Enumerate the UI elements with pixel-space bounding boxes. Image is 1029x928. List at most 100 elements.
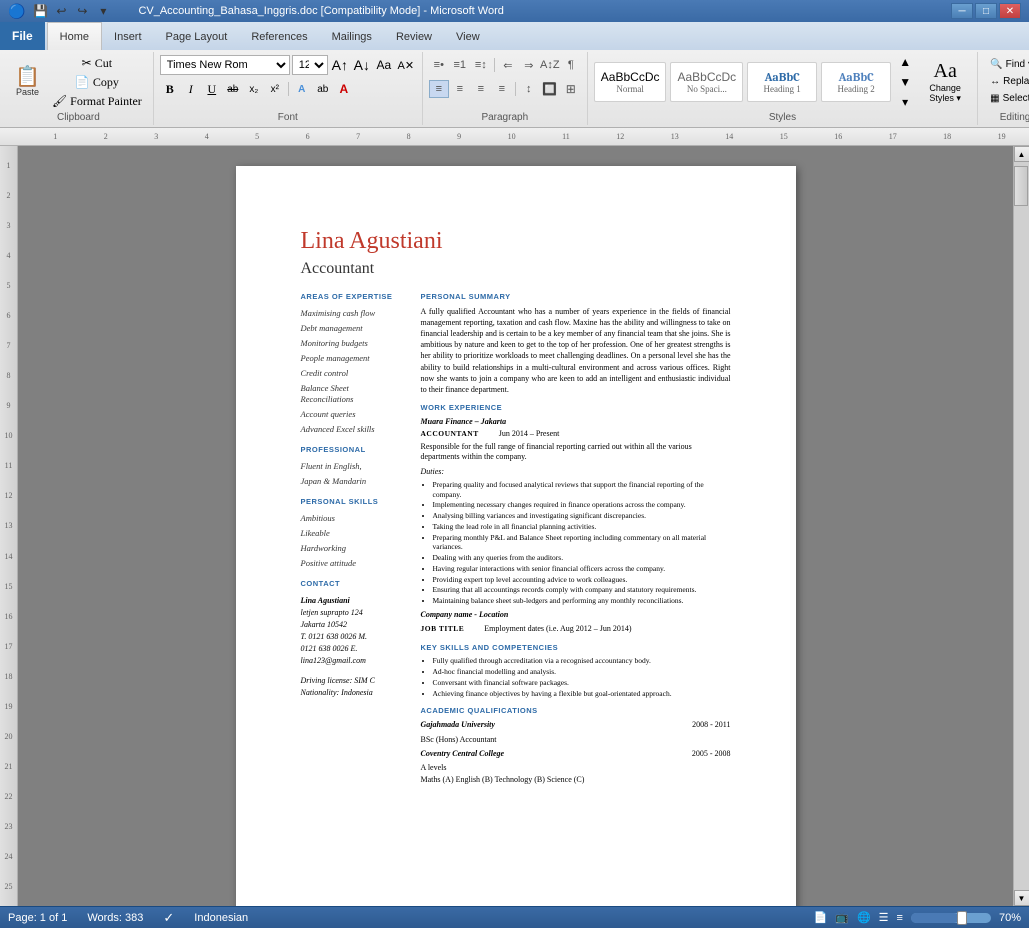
scroll-up-btn[interactable]: ▲ — [1014, 146, 1029, 162]
style-h2-preview: AaBbC — [839, 70, 874, 84]
format-painter-btn[interactable]: 🖌 Format Painter — [47, 92, 147, 110]
sort-btn[interactable]: A↕Z — [540, 56, 560, 74]
italic-btn[interactable]: I — [181, 80, 201, 98]
main-area: 1234567891011121314151617181920212223242… — [0, 146, 1029, 906]
doc-left-column: AREAS OF EXPERTISE Maximising cash flow … — [301, 292, 401, 785]
borders-btn[interactable]: ⊞ — [561, 80, 581, 98]
home-tab[interactable]: Home — [47, 22, 102, 50]
subscript-btn[interactable]: x₂ — [244, 80, 264, 98]
paste-btn[interactable]: 📋 Paste — [10, 56, 45, 108]
title-bar-left: 🔵 💾 ↩ ↪ ▾ CV_Accounting_Bahasa_Inggris.d… — [8, 2, 504, 20]
undo-qa-btn[interactable]: ↩ — [52, 2, 70, 20]
text-effects-btn[interactable]: A — [292, 80, 312, 98]
scrollbar-thumb[interactable] — [1014, 166, 1028, 206]
para-row1: ≡• ≡1 ≡↕ ⇐ ⇒ A↕Z ¶ — [429, 54, 581, 76]
cut-btn[interactable]: ✂ Cut — [47, 54, 147, 72]
duty-1: Preparing quality and focused analytical… — [433, 480, 731, 500]
scrollbar-track[interactable] — [1014, 162, 1029, 890]
style-heading2[interactable]: AaBbC Heading 2 — [821, 62, 891, 102]
line-spacing-btn[interactable]: ↕ — [519, 80, 539, 98]
underline-btn[interactable]: U — [202, 80, 222, 98]
job1-desc: Responsible for the full range of financ… — [421, 442, 731, 463]
align-right-btn[interactable]: ≡ — [471, 80, 491, 98]
redo-qa-btn[interactable]: ↪ — [73, 2, 91, 20]
job2-title: JOB TITLE — [421, 624, 465, 634]
font-face-select[interactable]: Times New Rom — [160, 55, 290, 75]
doc-area[interactable]: Lina Agustiani Accountant AREAS OF EXPER… — [18, 146, 1013, 906]
word-icon: 🔵 — [8, 3, 25, 20]
skill-4: Positive attitude — [301, 558, 401, 569]
paste-icon: 📋 — [15, 67, 40, 87]
style-normal[interactable]: AaBbCcDc Normal — [594, 62, 667, 102]
duty-6: Dealing with any queries from the audito… — [433, 553, 731, 563]
view-print-btn[interactable]: 📄 — [814, 911, 828, 924]
scroll-down-btn[interactable]: ▼ — [1014, 890, 1029, 906]
styles-scroll-up[interactable]: ▲ — [895, 53, 915, 71]
review-tab[interactable]: Review — [384, 24, 444, 50]
view-outline-btn[interactable]: ☰ — [879, 911, 889, 924]
duty-2: Implementing necessary changes required … — [433, 500, 731, 510]
find-btn[interactable]: 🔍 Find ▾ — [986, 56, 1029, 72]
justify-btn[interactable]: ≡ — [492, 80, 512, 98]
paragraph-group: ≡• ≡1 ≡↕ ⇐ ⇒ A↕Z ¶ ≡ ≡ ≡ ≡ ↕ 🔲 ⊞ Paragra… — [423, 52, 588, 125]
styles-more[interactable]: ▾ — [895, 93, 915, 111]
title-bar: 🔵 💾 ↩ ↪ ▾ CV_Accounting_Bahasa_Inggris.d… — [0, 0, 1029, 22]
select-btn[interactable]: ▦ Select ▾ — [986, 90, 1029, 106]
numbering-btn[interactable]: ≡1 — [450, 56, 470, 74]
file-tab[interactable]: File — [0, 22, 45, 50]
expertise-4: People management — [301, 353, 401, 364]
bullets-btn[interactable]: ≡• — [429, 56, 449, 74]
align-left-btn[interactable]: ≡ — [429, 80, 449, 98]
page-layout-tab[interactable]: Page Layout — [154, 24, 240, 50]
title-text: CV_Accounting_Bahasa_Inggris.doc [Compat… — [138, 5, 503, 17]
show-marks-btn[interactable]: ¶ — [561, 56, 581, 74]
skill-2: Likeable — [301, 528, 401, 539]
font-color-btn[interactable]: A — [334, 80, 354, 98]
superscript-btn[interactable]: x² — [265, 80, 285, 98]
decrease-indent-btn[interactable]: ⇐ — [498, 56, 518, 74]
replace-btn[interactable]: ↔ Replace — [986, 73, 1029, 89]
duties-list: Preparing quality and focused analytical… — [433, 480, 731, 606]
highlight-btn[interactable]: ab — [313, 80, 333, 98]
zoom-slider[interactable] — [911, 913, 991, 923]
view-draft-btn[interactable]: ≡ — [897, 912, 903, 924]
style-nospace-preview: AaBbCcDc — [677, 70, 736, 84]
professional-header: PROFESSIONAL — [301, 445, 401, 455]
change-styles-icon: Aa — [934, 60, 957, 83]
increase-font-btn[interactable]: A↑ — [330, 56, 350, 74]
view-web-btn[interactable]: 🌐 — [857, 911, 871, 924]
shading-btn[interactable]: 🔲 — [540, 80, 560, 98]
view-full-btn[interactable]: 📺 — [835, 911, 849, 924]
save-qa-btn[interactable]: 💾 — [31, 2, 49, 20]
maximize-btn[interactable]: □ — [975, 3, 997, 19]
style-nospace[interactable]: AaBbCcDc No Spaci... — [670, 62, 743, 102]
references-tab[interactable]: References — [239, 24, 319, 50]
strikethrough-btn[interactable]: ab — [223, 80, 243, 98]
align-center-btn[interactable]: ≡ — [450, 80, 470, 98]
replace-icon: ↔ — [990, 76, 1000, 87]
font-size-select[interactable]: 12 — [292, 55, 328, 75]
customize-qa-btn[interactable]: ▾ — [94, 2, 112, 20]
clear-format-btn[interactable]: A✕ — [396, 56, 416, 74]
minimize-btn[interactable]: ─ — [951, 3, 973, 19]
change-styles-btn[interactable]: Aa ChangeStyles ▾ — [919, 57, 971, 107]
duty-7: Having regular interactions with senior … — [433, 564, 731, 574]
view-tab[interactable]: View — [444, 24, 492, 50]
decrease-font-btn[interactable]: A↓ — [352, 56, 372, 74]
mailings-tab[interactable]: Mailings — [320, 24, 384, 50]
insert-tab[interactable]: Insert — [102, 24, 154, 50]
close-btn[interactable]: ✕ — [999, 3, 1021, 19]
increase-indent-btn[interactable]: ⇒ — [519, 56, 539, 74]
change-case-btn[interactable]: Aa — [374, 56, 394, 74]
spell-check-icon[interactable]: ✓ — [163, 910, 174, 926]
multilevel-btn[interactable]: ≡↕ — [471, 56, 491, 74]
right-scrollbar[interactable]: ▲ ▼ — [1013, 146, 1029, 906]
styles-scroll-down[interactable]: ▼ — [895, 73, 915, 91]
word-document[interactable]: Lina Agustiani Accountant AREAS OF EXPER… — [236, 166, 796, 906]
zoom-handle[interactable] — [957, 911, 967, 925]
bold-btn[interactable]: B — [160, 80, 180, 98]
uni-dates: 2008 - 2011 — [692, 720, 730, 732]
style-heading1[interactable]: AaBbC Heading 1 — [747, 62, 817, 102]
copy-btn[interactable]: 📄 Copy — [47, 73, 147, 91]
college-qual: A levels — [421, 763, 731, 773]
